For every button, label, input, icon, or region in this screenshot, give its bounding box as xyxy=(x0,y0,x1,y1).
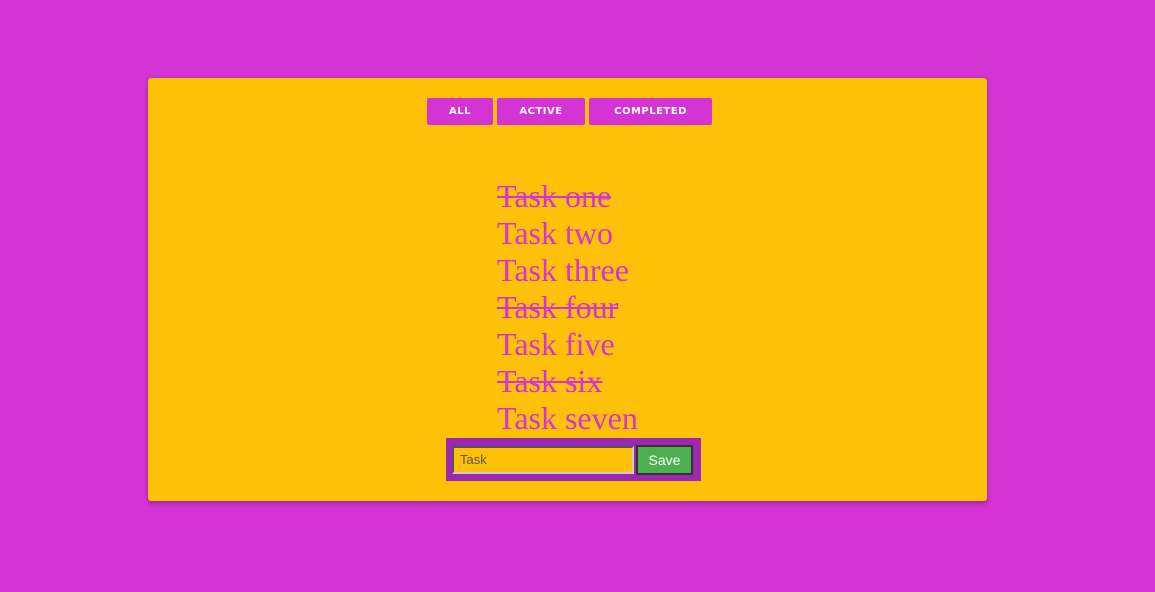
task-item[interactable]: Task one xyxy=(497,178,638,215)
task-item[interactable]: Task two xyxy=(497,215,638,252)
task-item[interactable]: Task seven xyxy=(497,400,638,437)
filter-all-button[interactable]: ALL xyxy=(427,98,493,125)
task-input[interactable] xyxy=(452,445,634,474)
task-item[interactable]: Task six xyxy=(497,363,638,400)
filter-bar: ALL ACTIVE COMPLETED xyxy=(427,98,712,125)
task-item[interactable]: Task four xyxy=(497,289,638,326)
filter-completed-button[interactable]: COMPLETED xyxy=(589,98,712,125)
task-list: Task one Task two Task three Task four T… xyxy=(497,178,638,437)
todo-card: ALL ACTIVE COMPLETED Task one Task two T… xyxy=(148,78,987,501)
save-button[interactable]: Save xyxy=(636,444,693,475)
filter-active-button[interactable]: ACTIVE xyxy=(497,98,585,125)
task-item[interactable]: Task three xyxy=(497,252,638,289)
task-item[interactable]: Task five xyxy=(497,326,638,363)
add-task-form: Save xyxy=(446,438,701,481)
